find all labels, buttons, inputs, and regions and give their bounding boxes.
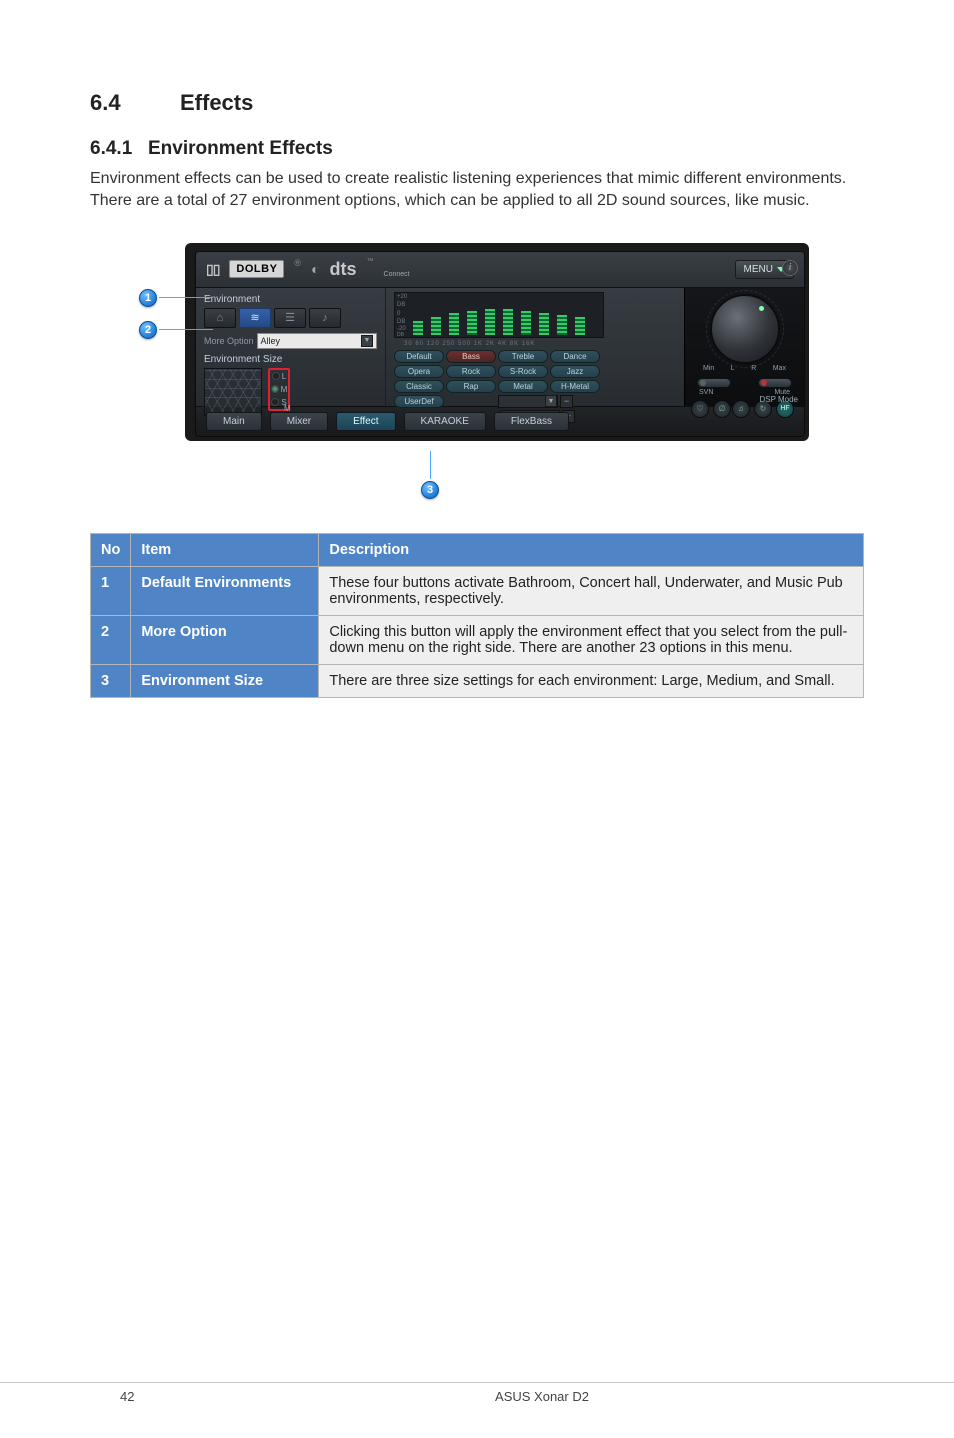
cell-no: 1 <box>91 566 131 615</box>
preset-select[interactable]: ▼ <box>498 395 558 408</box>
volume-knob[interactable] <box>710 294 780 364</box>
preset-metal[interactable]: Metal <box>498 380 548 393</box>
preset-rock[interactable]: Rock <box>446 365 496 378</box>
page-number: 42 <box>0 1389 130 1404</box>
chevron-down-icon: ▼ <box>361 335 373 347</box>
equalizer-display: +20 DB 0 DB -20 DB <box>394 292 604 338</box>
env-concert-button[interactable]: ≋ <box>239 308 271 328</box>
tab-effect[interactable]: Effect <box>336 412 395 431</box>
cell-desc: These four buttons activate Bathroom, Co… <box>319 566 864 615</box>
subsection-name: Environment Effects <box>148 138 333 159</box>
info-icon[interactable]: i <box>782 260 798 276</box>
eq-preset-grid: Default Bass Treble Dance Opera Rock S-R… <box>394 350 676 393</box>
env-underwater-button[interactable]: ☰ <box>274 308 306 328</box>
panel-topbar: ▯▯ DOLBY ® ◐ dts ™ Connect MENU <box>196 252 804 288</box>
cell-item: Default Environments <box>131 566 319 615</box>
cell-item: More Option <box>131 615 319 664</box>
preset-remove-button[interactable]: − <box>560 395 573 408</box>
section-name: Effects <box>180 90 253 115</box>
subsection-number: 6.4.1 <box>90 138 148 160</box>
environment-size-preview <box>204 368 262 416</box>
cell-desc: Clicking this button will apply the envi… <box>319 615 864 664</box>
preset-hmetal[interactable]: H-Metal <box>550 380 600 393</box>
dolby-logo: DOLBY <box>229 260 284 278</box>
size-medium-radio[interactable] <box>271 385 279 393</box>
eq-frequency-labels: 30 60 120 250 500 1K 2K 4K 8K 16K <box>394 341 676 347</box>
tab-flexbass[interactable]: FlexBass <box>494 412 569 431</box>
subsection-title: 6.4.1Environment Effects <box>90 138 864 160</box>
tab-mixer[interactable]: Mixer <box>270 412 328 431</box>
svn-toggle[interactable] <box>697 378 731 388</box>
mute-toggle[interactable] <box>758 378 792 388</box>
th-desc: Description <box>319 533 864 566</box>
table-row: 3 Environment Size There are three size … <box>91 664 864 697</box>
body-paragraph: Environment effects can be used to creat… <box>90 168 864 213</box>
environment-label: Environment <box>204 294 377 305</box>
dsp-mode-label: DSP Mode <box>759 395 798 404</box>
tab-karaoke[interactable]: KARAOKE <box>404 412 486 431</box>
cell-no: 3 <box>91 664 131 697</box>
max-label: Max <box>773 365 786 372</box>
preset-opera[interactable]: Opera <box>394 365 444 378</box>
th-item: Item <box>131 533 319 566</box>
callout-2: 2 <box>139 321 213 339</box>
section-number: 6.4 <box>90 90 180 116</box>
audio-panel: ▯▯ DOLBY ® ◐ dts ™ Connect MENU Environm… <box>195 251 805 437</box>
preset-treble[interactable]: Treble <box>498 350 548 363</box>
more-option-dropdown[interactable]: Alley ▼ <box>257 333 377 349</box>
svn-label: SVN <box>699 389 713 396</box>
description-table: No Item Description 1 Default Environmen… <box>90 533 864 698</box>
size-medium-label: M <box>281 385 288 394</box>
environment-preset-buttons: ⌂ ≋ ☰ ♪ <box>204 308 377 328</box>
preset-default[interactable]: Default <box>394 350 444 363</box>
preset-classic[interactable]: Classic <box>394 380 444 393</box>
tab-main[interactable]: Main <box>206 412 262 431</box>
size-large-label: L <box>282 372 286 381</box>
section-title: 6.4Effects <box>90 90 864 116</box>
env-musicpub-button[interactable]: ♪ <box>309 308 341 328</box>
preset-userdef[interactable]: UserDef <box>394 395 444 408</box>
environment-size-label: Environment Size <box>204 354 377 365</box>
callout-badge: 2 <box>139 321 157 339</box>
cell-no: 2 <box>91 615 131 664</box>
th-no: No <box>91 533 131 566</box>
callout-badge: 3 <box>421 481 439 499</box>
app-screenshot: ▯▯ DOLBY ® ◐ dts ™ Connect MENU Environm… <box>117 243 837 513</box>
mode-icon-3[interactable]: ♡ <box>691 400 709 418</box>
dts-logo: dts <box>330 259 357 280</box>
min-label: Min <box>703 365 714 372</box>
size-small-radio[interactable] <box>271 398 279 406</box>
volume-section: Min L R Max SVN Mute ♫ ↻ HF <box>684 288 804 406</box>
mode-icon-1[interactable]: ♫ <box>732 400 750 418</box>
callout-3: 3 <box>421 451 439 499</box>
page-footer: 42 ASUS Xonar D2 <box>0 1382 954 1404</box>
dolby-dd-icon: ▯▯ <box>206 261 219 278</box>
more-option-value: Alley <box>261 336 281 346</box>
preset-dance[interactable]: Dance <box>550 350 600 363</box>
preset-bass[interactable]: Bass <box>446 350 496 363</box>
preset-srock[interactable]: S-Rock <box>498 365 548 378</box>
table-row: 2 More Option Clicking this button will … <box>91 615 864 664</box>
callout-badge: 1 <box>139 289 157 307</box>
cell-desc: There are three size settings for each e… <box>319 664 864 697</box>
size-large-radio[interactable] <box>272 372 280 380</box>
mode-icon-4[interactable]: ∅ <box>713 400 731 418</box>
callout-1: 1 <box>139 289 213 307</box>
menu-label: MENU <box>744 264 773 275</box>
footer-text: ASUS Xonar D2 <box>130 1389 954 1404</box>
preset-jazz[interactable]: Jazz <box>550 365 600 378</box>
table-row: 1 Default Environments These four button… <box>91 566 864 615</box>
preset-rap[interactable]: Rap <box>446 380 496 393</box>
dts-connect-label: Connect <box>384 271 410 278</box>
cell-item: Environment Size <box>131 664 319 697</box>
